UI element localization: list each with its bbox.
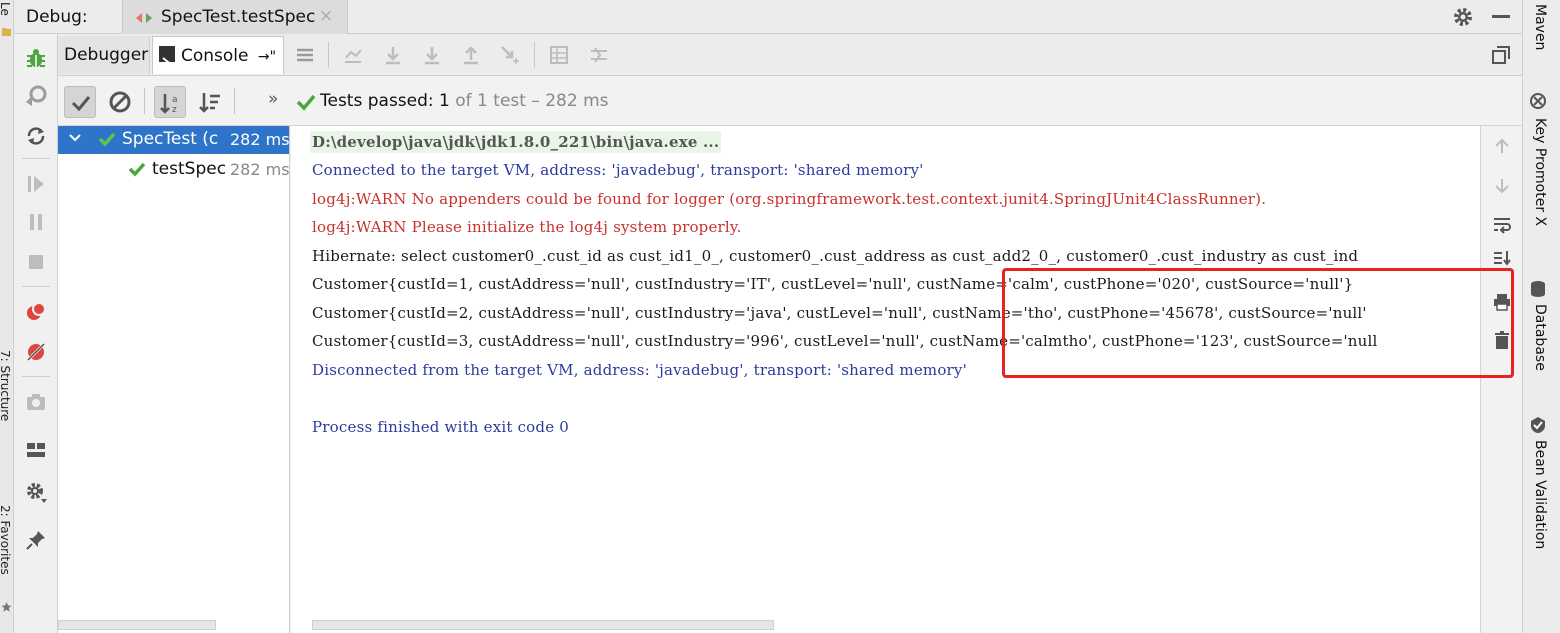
svg-text:a: a	[172, 95, 178, 105]
toolbar-overflow-button[interactable]: »	[268, 89, 278, 109]
console-line-warn: log4j:WARN Please initialize the log4j s…	[312, 218, 742, 236]
settings-gear-icon[interactable]	[1452, 6, 1474, 28]
database-tab[interactable]: Database	[1532, 304, 1548, 371]
test-status-text: Tests passed: 1 of 1 test – 282 ms	[320, 91, 609, 111]
debug-tool-column	[14, 34, 58, 633]
database-icon[interactable]	[1529, 280, 1547, 298]
minimize-icon[interactable]	[1492, 15, 1510, 18]
tree-child-duration: 282 ms	[230, 160, 289, 179]
console-line-disconnected: Disconnected from the target VM, address…	[312, 361, 967, 379]
pin-console-glyph[interactable]: →"	[258, 49, 276, 65]
show-execution-point-icon[interactable]	[342, 44, 364, 66]
settings-icon[interactable]	[24, 480, 48, 504]
run-config-icon	[135, 10, 153, 24]
camera-icon[interactable]	[24, 390, 48, 414]
tree-child-label: testSpec	[152, 159, 227, 179]
rerun-failed-icon[interactable]	[24, 84, 48, 108]
show-ignored-toggle[interactable]	[104, 86, 136, 118]
debug-session-tab[interactable]: SpecTest.testSpec ×	[122, 0, 348, 34]
tree-root-duration: 282 ms	[230, 130, 289, 149]
console-line-warn: log4j:WARN No appenders could be found f…	[312, 190, 1267, 208]
restore-layout-icon[interactable]	[1490, 44, 1512, 66]
debug-header: Debug: SpecTest.testSpec ×	[14, 0, 1522, 34]
test-status-rest: of 1 test – 282 ms	[455, 91, 609, 111]
tree-horizontal-scrollbar[interactable]	[58, 620, 216, 630]
console-icon	[159, 46, 175, 67]
debug-bug-icon[interactable]	[24, 46, 48, 70]
maven-tab[interactable]: Maven	[1532, 4, 1548, 50]
folder-icon	[1, 22, 12, 36]
key-promoter-icon[interactable]	[1529, 92, 1547, 110]
test-results-toolbar: az » Tests passed: 1 of 1 test – 282 ms	[58, 76, 1522, 126]
scroll-up-icon[interactable]	[1492, 136, 1512, 156]
pin-icon[interactable]	[24, 528, 48, 552]
star-icon	[1, 598, 12, 612]
threads-icon[interactable]	[294, 44, 316, 66]
chevron-down-icon[interactable]	[68, 130, 82, 144]
sort-by-duration-icon[interactable]	[194, 86, 226, 118]
tab-debugger[interactable]: Debugger	[58, 36, 150, 74]
show-passed-toggle[interactable]	[64, 86, 96, 118]
console-horizontal-scrollbar[interactable]	[312, 620, 774, 630]
console-line-connected: Connected to the target VM, address: 'ja…	[312, 161, 924, 179]
scroll-down-icon[interactable]	[1492, 176, 1512, 196]
sort-alphabetically-toggle[interactable]: az	[154, 86, 186, 118]
pause-icon[interactable]	[24, 210, 48, 234]
key-promoter-tab[interactable]: Key Promoter X	[1532, 118, 1548, 226]
stop-icon[interactable]	[24, 250, 48, 274]
step-into-icon[interactable]	[421, 44, 443, 66]
toolbar-separator	[234, 88, 235, 114]
tab-console[interactable]: Console →"	[152, 36, 284, 74]
tree-row-testspec[interactable]: testSpec 282 ms	[58, 156, 289, 184]
highlight-annotation-box	[1002, 268, 1514, 378]
bean-validation-icon[interactable]	[1529, 416, 1547, 434]
test-tree: SpecTest (c 282 ms testSpec 282 ms	[58, 126, 290, 633]
step-over-icon[interactable]	[382, 44, 404, 66]
resume-icon[interactable]	[24, 172, 48, 196]
ide-window: Le 7: Structure 2: Favorites Debug: Spec…	[0, 0, 1560, 633]
console-line-exit: Process finished with exit code 0	[312, 418, 569, 436]
test-status-main: Tests passed: 1	[320, 91, 450, 111]
tool-separator	[22, 158, 50, 159]
scroll-to-end-icon[interactable]	[1492, 248, 1512, 268]
tool-separator	[22, 286, 50, 287]
debug-session-title: SpecTest.testSpec	[161, 7, 316, 27]
console-side-toolbar	[1480, 126, 1522, 633]
tests-passed-check-icon	[296, 93, 316, 111]
close-tab-button[interactable]: ×	[319, 6, 333, 26]
mute-breakpoints-icon[interactable]	[24, 340, 48, 364]
passed-check-icon	[98, 131, 116, 147]
left-tool-stripe: Le 7: Structure 2: Favorites	[0, 0, 14, 633]
run-to-cursor-icon[interactable]	[499, 44, 521, 66]
tool-separator	[22, 376, 50, 377]
toolbar-separator	[534, 42, 535, 68]
favorites-tab[interactable]: 2: Favorites	[0, 505, 12, 575]
svg-text:z: z	[172, 105, 177, 115]
layout-icon[interactable]	[24, 438, 48, 462]
evaluate-expression-icon[interactable]	[548, 44, 570, 66]
toolbar-separator	[328, 42, 329, 68]
restart-icon[interactable]	[24, 124, 48, 148]
view-breakpoints-icon[interactable]	[24, 300, 48, 324]
trace-stream-icon[interactable]	[588, 44, 610, 66]
debugger-tabs-row: Debugger Console →"	[58, 34, 1522, 76]
console-output[interactable]: D:\develop\java\jdk\jdk1.8.0_221\bin\jav…	[291, 126, 1480, 633]
structure-tab[interactable]: 7: Structure	[0, 350, 12, 421]
soft-wrap-icon[interactable]	[1492, 214, 1512, 234]
tab-console-label: Console	[181, 46, 249, 66]
console-line-sql: Hibernate: select customer0_.cust_id as …	[312, 247, 1359, 265]
debug-label: Debug:	[26, 7, 88, 27]
console-line-command[interactable]: D:\develop\java\jdk\jdk1.8.0_221\bin\jav…	[310, 131, 722, 153]
left-stripe-top-label[interactable]: Le	[0, 2, 12, 16]
bean-validation-tab[interactable]: Bean Validation	[1532, 440, 1548, 549]
passed-check-icon	[128, 161, 146, 177]
step-out-icon[interactable]	[460, 44, 482, 66]
tree-root-label: SpecTest (c	[122, 129, 219, 149]
toolbar-separator	[144, 88, 145, 114]
tree-row-spectest[interactable]: SpecTest (c 282 ms	[58, 126, 289, 154]
